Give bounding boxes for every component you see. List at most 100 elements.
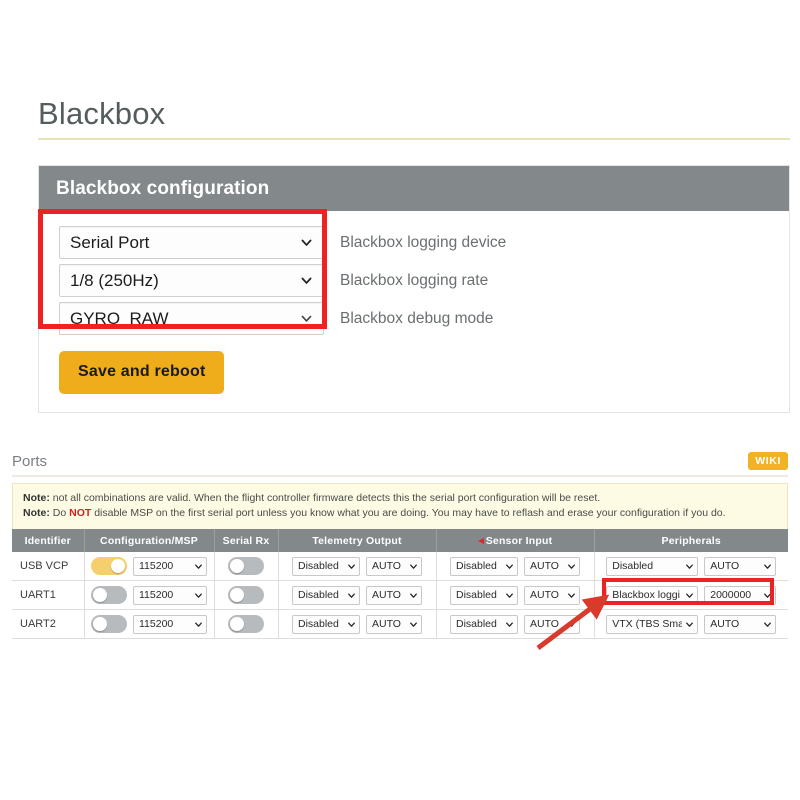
- blackbox-logging-rate-select[interactable]: 1/8 (250Hz): [59, 264, 324, 297]
- sensor-input-select[interactable]: Disabled: [450, 615, 518, 634]
- telemetry-baud-select[interactable]: AUTO: [366, 586, 422, 605]
- peripheral-select[interactable]: VTX (TBS Sma: [606, 615, 698, 634]
- row-identifier: UART1: [12, 581, 84, 610]
- telemetry-baud-select[interactable]: AUTO: [366, 615, 422, 634]
- row-sensor-input: Disabled AUTO: [436, 581, 594, 610]
- toggle-knob-icon: [93, 588, 107, 602]
- sensor-baud-value: AUTO: [530, 589, 564, 601]
- chevron-down-icon: [763, 620, 772, 629]
- row-peripherals: Blackbox loggi 2000000: [594, 581, 788, 610]
- chevron-down-icon: [194, 562, 203, 571]
- sensor-baud-select[interactable]: AUTO: [524, 557, 580, 576]
- note-1-text: not all combinations are valid. When the…: [50, 492, 600, 504]
- chevron-down-icon: [194, 591, 203, 600]
- msp-baud-value: 115200: [139, 589, 191, 601]
- peripheral-baud-value: 2000000: [710, 589, 760, 601]
- row-identifier: UART2: [12, 610, 84, 639]
- ports-notes: Note: not all combinations are valid. Wh…: [12, 483, 788, 530]
- chevron-down-icon: [300, 274, 313, 287]
- ports-table-header-row: Identifier Configuration/MSP Serial Rx T…: [12, 529, 788, 552]
- ports-section-header: Ports WIKI: [12, 452, 788, 477]
- chevron-down-icon: [194, 620, 203, 629]
- row-configuration-msp: 115200: [84, 581, 214, 610]
- serial-rx-toggle[interactable]: [228, 586, 264, 604]
- peripheral-value: Blackbox loggi: [612, 589, 682, 601]
- wiki-badge[interactable]: WIKI: [748, 452, 788, 470]
- chevron-down-icon: [763, 591, 772, 600]
- table-row: UART2 115200: [12, 610, 788, 639]
- blackbox-debug-mode-select[interactable]: GYRO_RAW: [59, 302, 324, 335]
- msp-baud-select[interactable]: 115200: [133, 557, 207, 576]
- toggle-knob-icon: [230, 588, 244, 602]
- peripheral-baud-select[interactable]: AUTO: [704, 557, 776, 576]
- ports-table: Identifier Configuration/MSP Serial Rx T…: [12, 529, 788, 639]
- telemetry-baud-select[interactable]: AUTO: [366, 557, 422, 576]
- peripheral-select[interactable]: Disabled: [606, 557, 698, 576]
- chevron-down-icon: [409, 562, 418, 571]
- blackbox-logging-rate-label: Blackbox logging rate: [340, 272, 488, 290]
- table-row: USB VCP 115200: [12, 552, 788, 581]
- chevron-down-icon: [567, 591, 576, 600]
- blackbox-logging-device-select[interactable]: Serial Port: [59, 226, 324, 259]
- note-2-text-before: Do: [50, 507, 69, 519]
- chevron-down-icon: [505, 620, 514, 629]
- telemetry-output-value: Disabled: [298, 589, 344, 601]
- serial-rx-toggle[interactable]: [228, 557, 264, 575]
- row-sensor-input: Disabled AUTO: [436, 610, 594, 639]
- ports-title: Ports: [12, 453, 47, 470]
- column-header-sensor-input: Sensor Input: [436, 529, 594, 552]
- telemetry-output-value: Disabled: [298, 560, 344, 572]
- blackbox-debug-mode-label: Blackbox debug mode: [340, 310, 493, 328]
- peripheral-baud-value: AUTO: [710, 618, 760, 630]
- row-configuration-msp: 115200: [84, 552, 214, 581]
- sensor-input-value: Disabled: [456, 560, 502, 572]
- sensor-baud-value: AUTO: [530, 560, 564, 572]
- blackbox-configuration-panel: Blackbox configuration Serial Port Black…: [38, 165, 790, 413]
- toggle-knob-icon: [93, 617, 107, 631]
- peripheral-baud-select[interactable]: 2000000: [704, 586, 776, 605]
- blackbox-logging-device-value: Serial Port: [70, 233, 300, 253]
- chevron-down-icon: [300, 236, 313, 249]
- sensor-input-select[interactable]: Disabled: [450, 586, 518, 605]
- telemetry-output-select[interactable]: Disabled: [292, 615, 360, 634]
- table-row: UART1 115200: [12, 581, 788, 610]
- sensor-baud-value: AUTO: [530, 618, 564, 630]
- chevron-down-icon: [300, 312, 313, 325]
- chevron-down-icon: [409, 591, 418, 600]
- msp-baud-select[interactable]: 115200: [133, 615, 207, 634]
- row-sensor-input: Disabled AUTO: [436, 552, 594, 581]
- chevron-down-icon: [763, 562, 772, 571]
- chevron-down-icon: [685, 620, 694, 629]
- row-telemetry-output: Disabled AUTO: [278, 581, 436, 610]
- sensor-baud-select[interactable]: AUTO: [524, 586, 580, 605]
- msp-toggle[interactable]: [91, 615, 127, 633]
- panel-header: Blackbox configuration: [39, 166, 789, 211]
- chevron-down-icon: [505, 562, 514, 571]
- row-identifier: USB VCP: [12, 552, 84, 581]
- msp-toggle[interactable]: [91, 586, 127, 604]
- row-peripherals: Disabled AUTO: [594, 552, 788, 581]
- save-and-reboot-button[interactable]: Save and reboot: [59, 351, 224, 394]
- peripheral-baud-value: AUTO: [710, 560, 760, 572]
- panel-header-title: Blackbox configuration: [56, 178, 269, 200]
- serial-rx-toggle[interactable]: [228, 615, 264, 633]
- peripheral-value: VTX (TBS Sma: [612, 618, 682, 630]
- peripheral-select[interactable]: Blackbox loggi: [606, 586, 698, 605]
- telemetry-output-select[interactable]: Disabled: [292, 557, 360, 576]
- telemetry-output-value: Disabled: [298, 618, 344, 630]
- title-divider: [38, 138, 790, 140]
- toggle-knob-icon: [230, 617, 244, 631]
- msp-toggle[interactable]: [91, 557, 127, 575]
- blackbox-logging-device-label: Blackbox logging device: [340, 234, 506, 252]
- toggle-knob-icon: [111, 559, 125, 573]
- msp-baud-select[interactable]: 115200: [133, 586, 207, 605]
- sensor-input-select[interactable]: Disabled: [450, 557, 518, 576]
- telemetry-output-select[interactable]: Disabled: [292, 586, 360, 605]
- peripheral-baud-select[interactable]: AUTO: [704, 615, 776, 634]
- blackbox-debug-mode-value: GYRO_RAW: [70, 309, 300, 329]
- page-title-area: Blackbox: [38, 96, 790, 140]
- column-header-serial-rx: Serial Rx: [214, 529, 278, 552]
- toggle-knob-icon: [230, 559, 244, 573]
- sensor-baud-select[interactable]: AUTO: [524, 615, 580, 634]
- column-header-peripherals: Peripherals: [594, 529, 788, 552]
